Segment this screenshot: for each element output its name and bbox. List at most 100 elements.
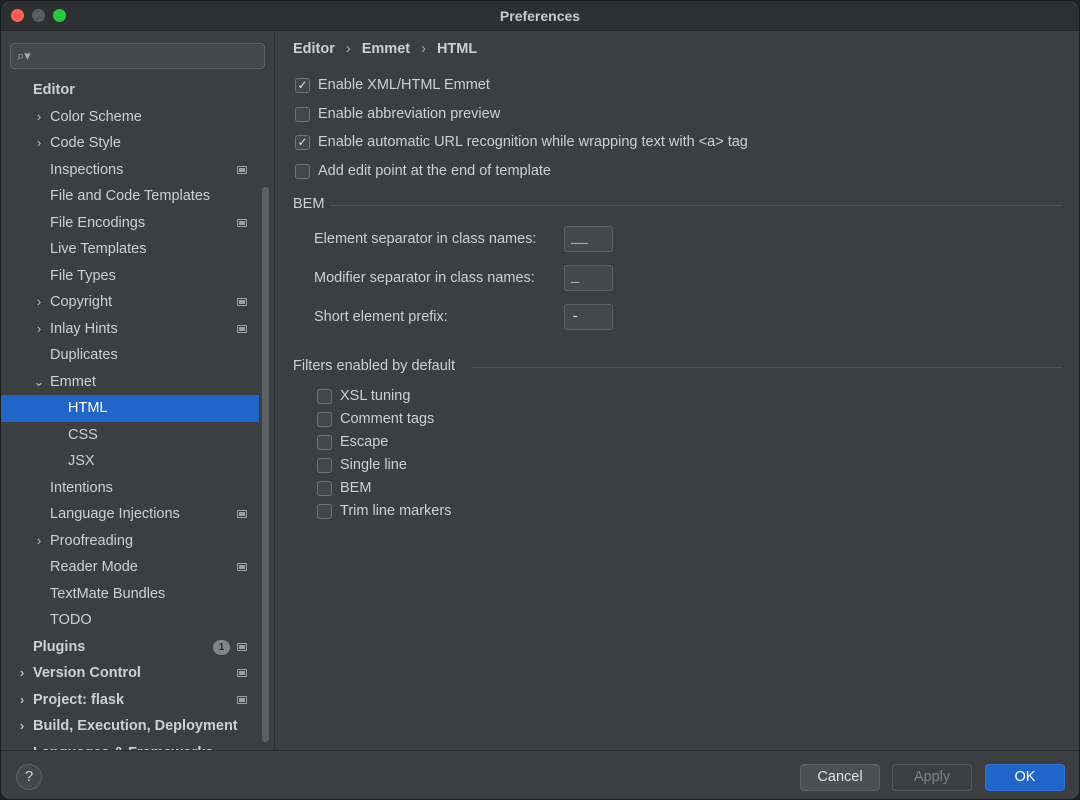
sidebar-item-label: Inspections [50,161,124,178]
chevron-right-icon[interactable]: › [15,713,29,740]
sidebar-item[interactable]: Reader Mode [1,554,259,581]
chevron-right-icon[interactable]: › [32,130,46,157]
sidebar-item-label: JSX [68,453,95,469]
chevron-right-icon[interactable]: › [15,660,29,687]
modifier-separator-field[interactable]: _ [564,265,613,291]
project-settings-icon [237,324,247,333]
update-count-badge: 1 [213,639,230,655]
chevron-right-icon[interactable]: › [15,687,29,714]
sidebar-item[interactable]: Plugins 1 [1,634,259,661]
sidebar-item[interactable]: › Languages & Frameworks [1,740,259,751]
breadcrumb-separator-icon: › [421,41,426,57]
window-title: Preferences [499,7,581,24]
minimize-window-button[interactable] [32,9,45,22]
sidebar-item[interactable]: TextMate Bundles [1,581,259,608]
sidebar-item-label: Version Control [33,665,141,681]
sidebar-item[interactable]: Intentions [1,475,259,502]
element-separator-label: Element separator in class names: [314,231,537,247]
filter-checkbox[interactable] [317,411,332,427]
modifier-separator-label: Modifier separator in class names: [314,270,535,286]
sidebar-item[interactable]: File Encodings [1,210,259,237]
sidebar-item[interactable]: › Proofreading [1,528,259,555]
option-label: Enable automatic URL recognition while w… [318,134,748,150]
sidebar-item[interactable]: HTML [1,395,259,422]
element-separator-row: Element separator in class names: [314,226,536,252]
sidebar-item[interactable]: Live Templates [1,236,259,263]
project-settings-icon [237,669,247,677]
breadcrumb-item[interactable]: Emmet [362,41,410,57]
sidebar-item[interactable]: › Copyright [1,289,259,316]
filter-row[interactable]: BEM [317,478,371,498]
option-row[interactable]: ✓ Enable XML/HTML Emmet [295,75,490,95]
sidebar-item-label: HTML [68,400,108,416]
option-checkbox[interactable]: ✓ [295,134,310,150]
apply-button[interactable]: Apply [892,764,972,791]
sidebar-item[interactable]: › Inlay Hints [1,316,259,343]
chevron-right-icon[interactable]: › [32,316,46,343]
sidebar-item[interactable]: JSX [1,448,259,475]
option-checkbox[interactable] [295,106,310,122]
filter-checkbox[interactable] [317,480,332,496]
sidebar-item-label: Project: flask [33,691,125,708]
filter-checkbox[interactable] [317,457,332,473]
sidebar-scrollbar[interactable] [262,187,269,742]
filter-row[interactable]: XSL tuning [317,386,410,406]
sidebar-item[interactable]: File Types [1,263,259,290]
chevron-right-icon[interactable]: › [32,528,46,555]
sidebar-item[interactable]: › Project: flask [1,687,259,714]
close-window-button[interactable] [11,9,24,22]
filter-checkbox[interactable] [317,503,332,519]
short-prefix-field[interactable]: - [564,304,613,330]
filter-row[interactable]: Escape [317,432,388,452]
option-checkbox[interactable] [295,163,310,179]
option-checkbox[interactable]: ✓ [295,77,310,93]
help-button[interactable]: ? [16,764,42,790]
chevron-down-icon[interactable]: ⌄ [32,369,46,396]
sidebar-item-label: Reader Mode [50,559,138,575]
sidebar-item[interactable]: ⌄ Emmet [1,369,259,396]
sidebar-item-label: Intentions [50,479,113,496]
sidebar-item-label: Editor [33,82,75,98]
sidebar-item-label: Code Style [50,135,121,151]
filter-row[interactable]: Comment tags [317,409,434,429]
sidebar-item-label: File Encodings [50,214,146,231]
sidebar-item[interactable]: › Code Style [1,130,259,157]
sidebar-item[interactable]: › Color Scheme [1,104,259,131]
sidebar-item[interactable]: › Version Control [1,660,259,687]
preferences-window: Preferences ⌕▾ Editor › Color Scheme › Code … [0,0,1080,800]
sidebar-item[interactable]: Duplicates [1,342,259,369]
filter-checkbox[interactable] [317,388,332,404]
sidebar-item-label: File and Code Templates [50,188,211,204]
sidebar-item[interactable]: Editor [1,77,259,104]
zoom-window-button[interactable] [53,9,66,22]
sidebar-item[interactable]: Inspections [1,157,259,184]
cancel-button[interactable]: Cancel [800,764,880,791]
option-row[interactable]: Enable abbreviation preview [295,104,500,124]
filter-checkbox[interactable] [317,434,332,450]
filter-label: Single line [340,457,407,473]
bem-section-heading: BEM [293,196,325,212]
element-separator-field[interactable]: __ [564,226,613,252]
breadcrumb-item[interactable]: Editor [293,41,335,57]
short-prefix-label: Short element prefix: [314,309,448,325]
sidebar-item[interactable]: CSS [1,422,259,449]
filter-label: XSL tuning [340,388,411,404]
sidebar-item[interactable]: TODO [1,607,259,634]
project-settings-icon [237,218,247,227]
chevron-right-icon[interactable]: › [32,104,46,131]
short-prefix-row: Short element prefix: [314,304,448,330]
option-row[interactable]: Add edit point at the end of template [295,161,551,181]
chevron-right-icon[interactable]: › [32,289,46,316]
filter-label: Escape [340,434,389,450]
chevron-right-icon[interactable]: › [15,740,29,751]
breadcrumb: Editor › Emmet › HTML [293,41,477,57]
filter-row[interactable]: Single line [317,455,407,475]
sidebar-item[interactable]: File and Code Templates [1,183,259,210]
search-input[interactable]: ⌕▾ [10,43,265,69]
option-row[interactable]: ✓ Enable automatic URL recognition while … [295,132,748,152]
sidebar-item[interactable]: › Build, Execution, Deployment [1,713,259,740]
project-settings-icon [237,695,247,704]
sidebar-item[interactable]: Language Injections [1,501,259,528]
ok-button[interactable]: OK [985,764,1065,791]
filter-row[interactable]: Trim line markers [317,501,451,521]
